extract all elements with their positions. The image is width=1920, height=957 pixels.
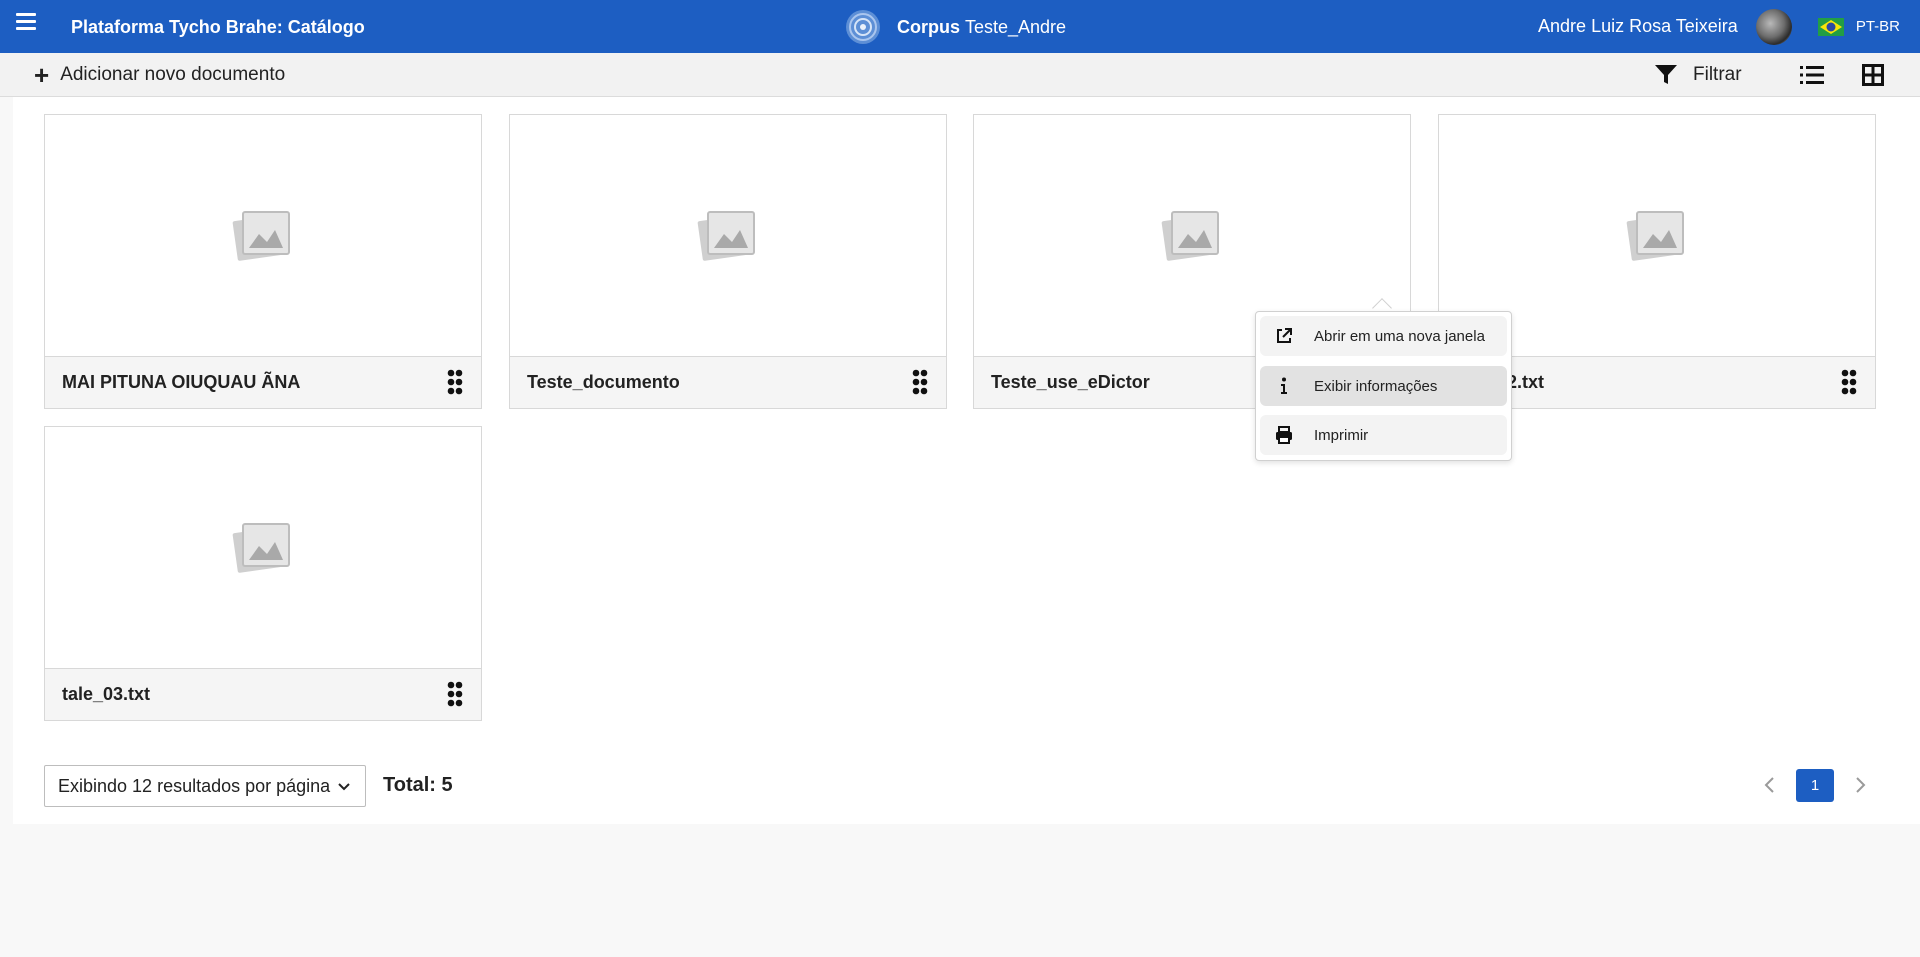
document-thumbnail[interactable] <box>45 115 481 357</box>
document-card[interactable]: tale_03.txt <box>44 426 482 721</box>
menu-item-label: Abrir em uma nova janela <box>1314 327 1485 345</box>
total-count: Total: 5 <box>383 774 453 796</box>
menu-item-print[interactable]: Imprimir <box>1260 415 1507 455</box>
document-title[interactable]: tale_03.txt <box>62 684 150 705</box>
corpus-logo-icon <box>846 10 880 44</box>
document-title[interactable]: MAI PITUNA OIUQUAU ÃNA <box>62 372 300 393</box>
context-menu: Abrir em uma nova janela Exibir informaç… <box>1255 311 1512 461</box>
language-selector[interactable]: PT-BR <box>1856 18 1900 35</box>
avatar[interactable] <box>1755 8 1792 45</box>
document-thumbnail[interactable] <box>510 115 946 357</box>
corpus-selector[interactable]: Corpus Teste_Andre <box>845 9 1066 45</box>
user-area: Andre Luiz Rosa Teixeira PT-BR <box>1538 0 1920 53</box>
filter-label: Filtrar <box>1693 64 1742 85</box>
results-per-page-select[interactable]: Exibindo 12 resultados por página <box>44 765 366 807</box>
document-title[interactable]: Teste_use_eDictor <box>991 372 1150 393</box>
info-icon <box>1274 376 1294 396</box>
drag-handle-icon[interactable] <box>912 369 928 395</box>
image-placeholder-icon <box>697 210 755 261</box>
user-name[interactable]: Andre Luiz Rosa Teixeira <box>1538 16 1738 37</box>
page-number-button[interactable]: 1 <box>1796 769 1834 802</box>
chevron-left-icon[interactable] <box>1762 775 1778 795</box>
toolbar: + Adicionar novo documento Filtrar <box>0 53 1920 97</box>
brazil-flag-icon[interactable] <box>1817 17 1844 36</box>
document-card-footer: tale_03.txt <box>45 669 481 720</box>
chevron-down-icon <box>338 783 350 791</box>
menu-item-label: Exibir informações <box>1314 377 1438 395</box>
document-title[interactable]: Teste_documento <box>527 372 680 393</box>
results-per-page-value: Exibindo 12 resultados por página <box>58 775 331 796</box>
plus-icon: + <box>34 60 50 90</box>
image-placeholder-icon <box>232 522 290 573</box>
external-link-icon <box>1274 326 1294 346</box>
app-title[interactable]: Plataforma Tycho Brahe: Catálogo <box>71 17 365 38</box>
grid-view-icon[interactable] <box>1862 64 1884 86</box>
image-placeholder-icon <box>232 210 290 261</box>
printer-icon <box>1274 425 1294 445</box>
document-card[interactable]: MAI PITUNA OIUQUAU ÃNA <box>44 114 482 409</box>
document-card-footer: Teste_documento <box>510 357 946 408</box>
menu-item-label: Imprimir <box>1314 426 1369 444</box>
menu-item-show-info[interactable]: Exibir informações <box>1260 366 1507 406</box>
drag-handle-icon[interactable] <box>447 369 463 395</box>
image-placeholder-icon <box>1161 210 1219 261</box>
list-view-icon[interactable] <box>1800 65 1824 85</box>
document-title[interactable]: 2.txt <box>1507 372 1544 393</box>
corpus-name: Teste_Andre <box>965 16 1067 37</box>
document-card-footer: MAI PITUNA OIUQUAU ÃNA <box>45 357 481 408</box>
drag-handle-icon[interactable] <box>1841 369 1857 395</box>
image-placeholder-icon <box>1626 210 1684 261</box>
hamburger-menu-icon[interactable] <box>16 13 36 31</box>
filter-button[interactable]: Filtrar <box>1655 61 1742 89</box>
add-document-label: Adicionar novo documento <box>60 64 286 85</box>
drag-handle-icon[interactable] <box>447 681 463 707</box>
document-thumbnail[interactable] <box>45 427 481 669</box>
filter-icon <box>1655 65 1677 84</box>
corpus-label: Corpus <box>897 16 960 37</box>
chevron-right-icon[interactable] <box>1852 775 1868 795</box>
add-document-button[interactable]: + Adicionar novo documento <box>34 61 285 89</box>
top-bar: Plataforma Tycho Brahe: Catálogo Corpus … <box>0 0 1920 53</box>
menu-item-open-new-window[interactable]: Abrir em uma nova janela <box>1260 316 1507 356</box>
document-card[interactable]: Teste_documento <box>509 114 947 409</box>
